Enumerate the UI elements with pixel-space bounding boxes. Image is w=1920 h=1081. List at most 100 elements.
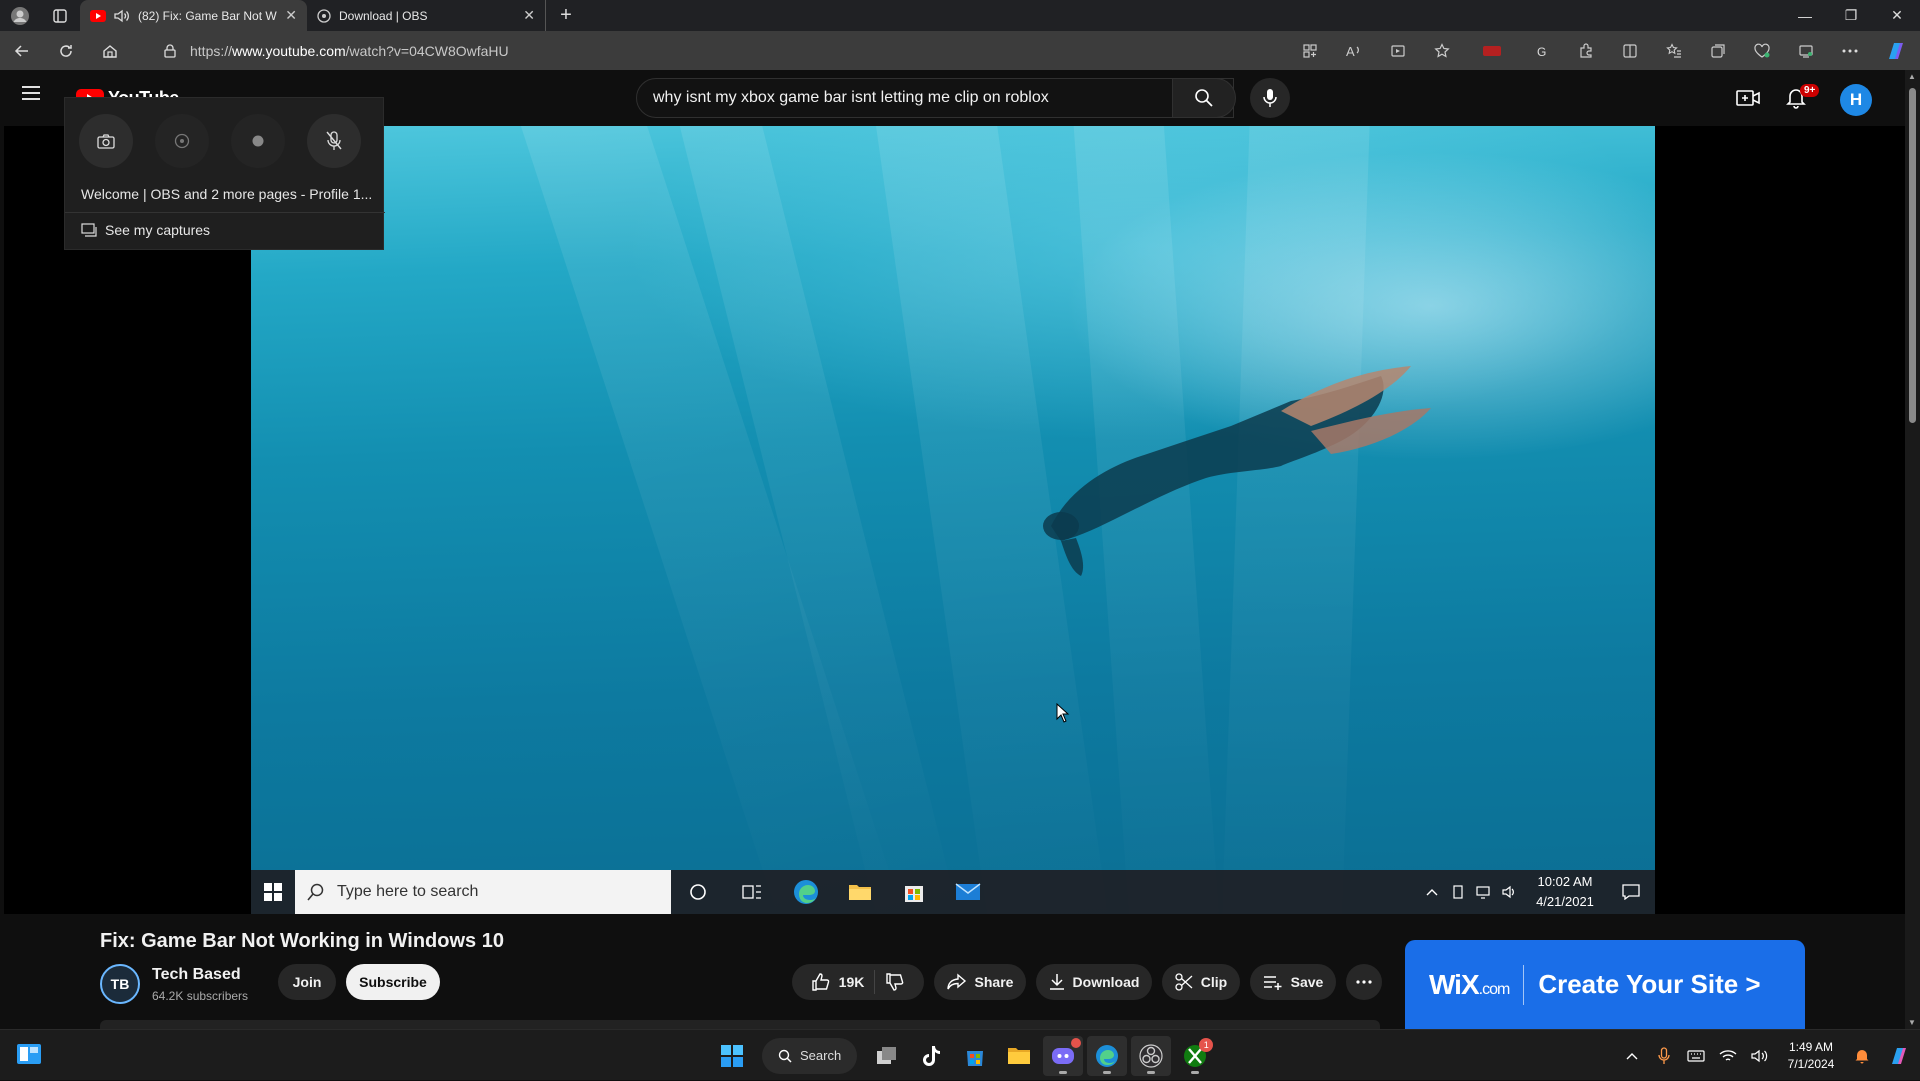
screenshot-button[interactable] bbox=[79, 114, 133, 168]
download-button[interactable]: Download bbox=[1036, 964, 1152, 1000]
windows-logo-icon bbox=[721, 1044, 743, 1067]
home-button[interactable] bbox=[88, 31, 132, 70]
url-text: https://www.youtube.com/watch?v=04CW8Owf… bbox=[190, 43, 509, 59]
show-hidden-icons-chevron-icon[interactable] bbox=[1616, 1030, 1648, 1081]
share-label: Share bbox=[974, 974, 1014, 990]
taskbar-clock[interactable]: 1:49 AM 7/1/2024 bbox=[1776, 1039, 1846, 1073]
refresh-button[interactable] bbox=[44, 31, 88, 70]
tab-youtube[interactable]: (82) Fix: Game Bar Not Work ✕ bbox=[80, 0, 307, 31]
copilot-taskbar-icon[interactable] bbox=[1878, 1030, 1920, 1081]
minimize-button[interactable]: — bbox=[1782, 0, 1828, 31]
profile-icon[interactable] bbox=[0, 0, 40, 31]
extension-g-icon[interactable]: G bbox=[1520, 31, 1564, 70]
scrollbar-thumb[interactable] bbox=[1909, 88, 1916, 423]
edge-browser-icon[interactable] bbox=[1087, 1035, 1128, 1076]
menu-hamburger-icon[interactable] bbox=[22, 86, 40, 100]
xbox-app-icon[interactable]: 1 bbox=[1175, 1036, 1215, 1076]
ad-cta-text: Create Your Site > bbox=[1538, 969, 1761, 999]
new-tab-button[interactable]: + bbox=[546, 0, 586, 31]
more-actions-button[interactable] bbox=[1346, 964, 1382, 1000]
screenshot-icon[interactable] bbox=[1784, 31, 1828, 70]
video-player[interactable]: Type here to search 10:02 AM 4/21/2021 bbox=[251, 126, 1655, 914]
task-view-icon[interactable] bbox=[867, 1036, 907, 1076]
discord-icon[interactable] bbox=[1043, 1035, 1084, 1076]
wifi-icon[interactable] bbox=[1712, 1030, 1744, 1081]
tab-obs[interactable]: Download | OBS ✕ bbox=[307, 0, 546, 31]
address-bar[interactable]: https://www.youtube.com/watch?v=04CW8Owf… bbox=[150, 35, 1440, 66]
mic-toggle-button[interactable] bbox=[307, 114, 361, 168]
save-button[interactable]: Save bbox=[1250, 964, 1336, 1000]
browser-essentials-icon[interactable] bbox=[1740, 31, 1784, 70]
widgets-icon[interactable] bbox=[16, 1042, 42, 1066]
channel-name[interactable]: Tech Based bbox=[152, 966, 241, 984]
volume-icon[interactable] bbox=[1744, 1030, 1776, 1081]
notifications-bell-icon[interactable] bbox=[1846, 1030, 1878, 1081]
windows10-taskbar-in-video: Type here to search 10:02 AM 4/21/2021 bbox=[251, 870, 1655, 914]
speaker-icon[interactable] bbox=[114, 9, 130, 23]
copilot-icon[interactable] bbox=[1872, 31, 1920, 70]
browser-tab-bar: (82) Fix: Game Bar Not Work ✕ Download |… bbox=[0, 0, 1920, 31]
join-button[interactable]: Join bbox=[278, 964, 336, 1000]
network-icon bbox=[1471, 870, 1497, 914]
collections-icon[interactable] bbox=[1696, 31, 1740, 70]
file-explorer-icon bbox=[833, 870, 887, 914]
search-input[interactable]: why isnt my xbox game bar isnt letting m… bbox=[636, 78, 1234, 118]
favorites-icon[interactable] bbox=[1652, 31, 1696, 70]
taskbar-apps: Search 1 bbox=[712, 1030, 1215, 1081]
chevron-up-icon bbox=[1419, 870, 1445, 914]
file-explorer-icon[interactable] bbox=[999, 1036, 1039, 1076]
tab-actions-icon[interactable] bbox=[40, 0, 80, 31]
restore-button[interactable]: ❐ bbox=[1828, 0, 1874, 31]
taskbar-search-button[interactable]: Search bbox=[762, 1037, 858, 1074]
app-available-icon[interactable] bbox=[1288, 31, 1332, 70]
close-window-button[interactable]: ✕ bbox=[1874, 0, 1920, 31]
tab-close-icon[interactable]: ✕ bbox=[523, 7, 535, 24]
read-aloud-icon[interactable]: A bbox=[1332, 31, 1376, 70]
tiktok-icon[interactable] bbox=[911, 1036, 951, 1076]
start-recording-button[interactable] bbox=[231, 114, 285, 168]
wix-brand-suffix: .com bbox=[1478, 980, 1511, 998]
capture-buttons bbox=[79, 114, 361, 168]
record-last-30s-button[interactable] bbox=[155, 114, 209, 168]
favorite-star-icon[interactable] bbox=[1420, 31, 1464, 70]
windows10-search-box: Type here to search bbox=[295, 870, 671, 914]
xbox-badge: 1 bbox=[1199, 1037, 1214, 1052]
lock-icon[interactable] bbox=[150, 43, 190, 58]
microsoft-store-icon[interactable] bbox=[955, 1036, 995, 1076]
scroll-up-arrow-icon[interactable]: ▲ bbox=[1908, 72, 1916, 81]
clock-date: 4/21/2021 bbox=[1536, 894, 1594, 909]
settings-more-icon[interactable] bbox=[1828, 31, 1872, 70]
subscribe-button[interactable]: Subscribe bbox=[346, 964, 440, 1000]
wix-ad-banner[interactable]: WiX.com Create Your Site > bbox=[1405, 940, 1805, 1029]
divider bbox=[874, 970, 876, 994]
voice-search-button[interactable] bbox=[1250, 78, 1290, 118]
keyboard-icon[interactable] bbox=[1680, 1030, 1712, 1081]
create-video-button[interactable] bbox=[1730, 82, 1766, 114]
more-horizontal-icon bbox=[1356, 980, 1372, 984]
search-icon bbox=[778, 1049, 792, 1063]
task-view-icon bbox=[725, 870, 779, 914]
freediver-silhouette bbox=[991, 356, 1591, 596]
account-avatar[interactable]: H bbox=[1840, 84, 1872, 116]
wix-logo: WiX.com bbox=[1429, 969, 1511, 1001]
start-button[interactable] bbox=[712, 1036, 752, 1076]
channel-avatar[interactable]: TB bbox=[100, 964, 140, 1004]
immersive-reader-icon[interactable] bbox=[1376, 31, 1420, 70]
mouse-cursor-icon bbox=[1056, 703, 1070, 723]
share-button[interactable]: Share bbox=[934, 964, 1026, 1000]
obs-studio-icon[interactable] bbox=[1131, 1035, 1172, 1076]
back-button[interactable] bbox=[0, 31, 44, 70]
split-screen-icon[interactable] bbox=[1608, 31, 1652, 70]
dislike-button[interactable] bbox=[885, 972, 905, 992]
tab-close-icon[interactable]: ✕ bbox=[285, 7, 297, 24]
scroll-down-arrow-icon[interactable]: ▼ bbox=[1908, 1018, 1916, 1027]
search-button[interactable] bbox=[1172, 78, 1236, 118]
extension-red-icon[interactable] bbox=[1464, 31, 1520, 70]
see-my-captures-link[interactable]: See my captures bbox=[81, 222, 210, 238]
clip-button[interactable]: Clip bbox=[1162, 964, 1240, 1000]
microphone-in-use-icon[interactable] bbox=[1648, 1030, 1680, 1081]
page-scrollbar[interactable]: ▲ ▼ bbox=[1905, 70, 1920, 1029]
like-button[interactable]: 19K bbox=[811, 972, 864, 992]
extensions-puzzle-icon[interactable] bbox=[1564, 31, 1608, 70]
url-prefix: https:// bbox=[190, 42, 233, 59]
